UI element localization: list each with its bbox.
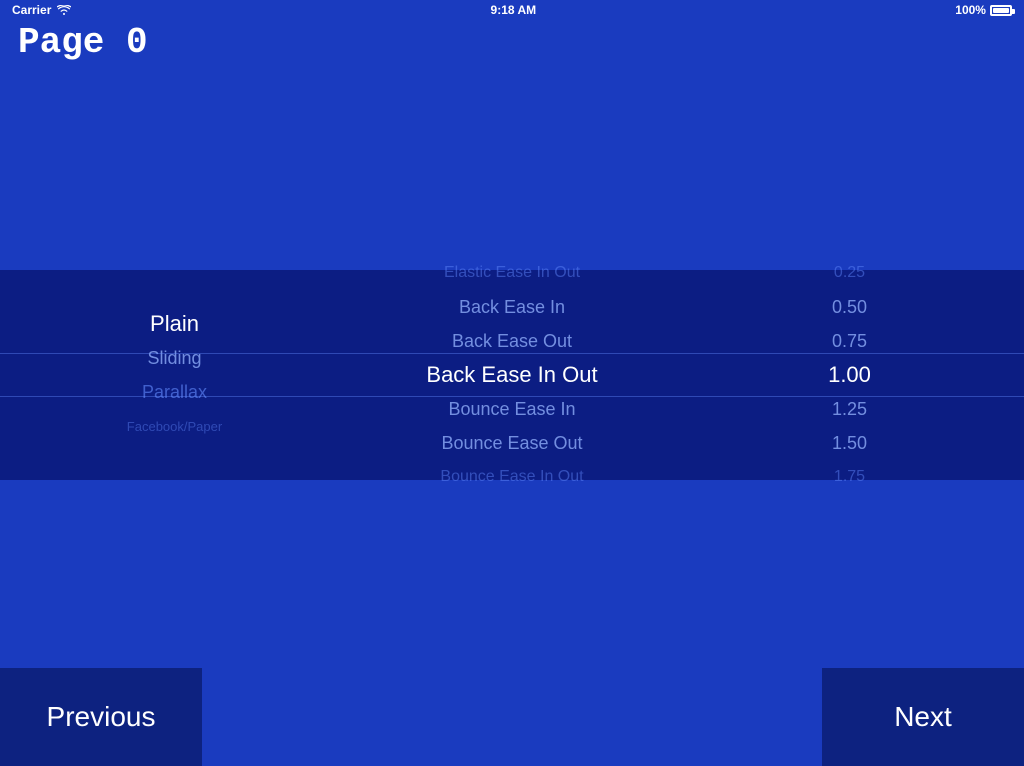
nav-buttons: Previous Next: [0, 668, 1024, 766]
previous-button[interactable]: Previous: [0, 668, 202, 766]
battery-percentage: 100%: [955, 3, 986, 17]
status-bar: Carrier 9:18 AM 100%: [0, 0, 1024, 20]
status-time: 9:18 AM: [491, 3, 537, 17]
picker-col-value: 0.25 0.50 0.75 1.00 1.25 1.50 1.75: [737, 256, 962, 494]
picker-item-sliding[interactable]: Sliding: [62, 341, 287, 375]
picker-panel: Plain Sliding Parallax Facebook/Paper El…: [0, 270, 1024, 480]
status-left: Carrier: [12, 3, 71, 17]
picker-item-1-75[interactable]: 1.75: [737, 460, 962, 494]
carrier-label: Carrier: [12, 3, 51, 17]
picker-item-back-ease-in[interactable]: Back Ease In: [287, 290, 737, 324]
picker-item-bounce-ease-in-out[interactable]: Bounce Ease In Out: [287, 460, 737, 494]
picker-item-bounce-ease-in[interactable]: Bounce Ease In: [287, 392, 737, 426]
picker-item-0-50[interactable]: 0.50: [737, 290, 962, 324]
previous-label: Previous: [47, 701, 156, 733]
status-right: 100%: [955, 3, 1012, 17]
page-title: Page 0: [18, 22, 148, 63]
picker-item-plain[interactable]: Plain: [62, 307, 287, 341]
picker-item-1-50[interactable]: 1.50: [737, 426, 962, 460]
picker-item-1-00[interactable]: 1.00: [737, 358, 962, 392]
picker-item-0-25[interactable]: 0.25: [737, 256, 962, 290]
picker-col-animation: Elastic Ease In Out Back Ease In Back Ea…: [287, 256, 737, 494]
battery-icon: [990, 5, 1012, 16]
wifi-icon: [57, 5, 71, 15]
picker-item-bounce-ease-out[interactable]: Bounce Ease Out: [287, 426, 737, 460]
next-label: Next: [894, 701, 952, 733]
picker-item-back-ease-out[interactable]: Back Ease Out: [287, 324, 737, 358]
picker-item-facebook[interactable]: Facebook/Paper: [62, 409, 287, 443]
next-button[interactable]: Next: [822, 668, 1024, 766]
picker-item-back-ease-in-out[interactable]: Back Ease In Out: [287, 358, 737, 392]
picker-item-elastic-ease-in-out[interactable]: Elastic Ease In Out: [287, 256, 737, 290]
picker-item-1-25[interactable]: 1.25: [737, 392, 962, 426]
picker-columns: Plain Sliding Parallax Facebook/Paper El…: [62, 256, 962, 494]
picker-item-parallax[interactable]: Parallax: [62, 375, 287, 409]
picker-col-transition-type: Plain Sliding Parallax Facebook/Paper: [62, 307, 287, 443]
picker-item-0-75[interactable]: 0.75: [737, 324, 962, 358]
